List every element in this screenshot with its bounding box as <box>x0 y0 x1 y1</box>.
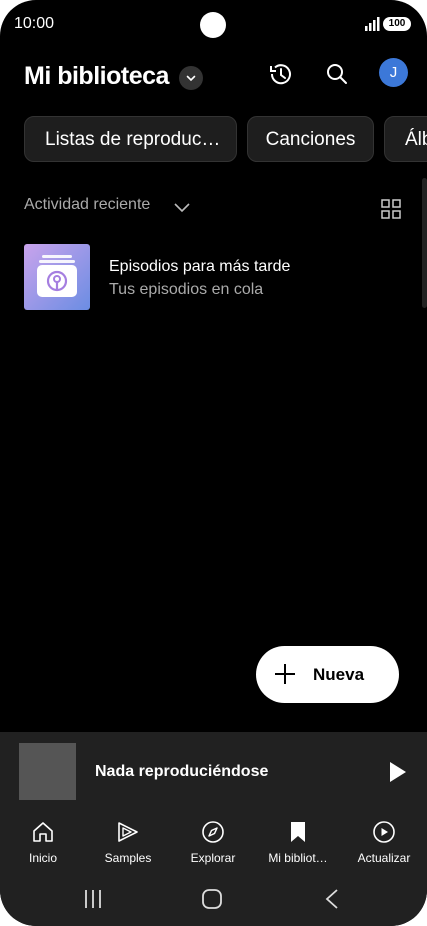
compass-icon <box>202 821 224 843</box>
bookmark-icon <box>291 822 305 842</box>
now-playing-title: Nada reproduciéndose <box>95 763 269 780</box>
nav-item-upgrade[interactable]: Actualizar <box>344 812 424 874</box>
home-button-icon[interactable] <box>201 888 223 910</box>
bottom-nav: Inicio Samples Explorar Mi bibliot… Actu… <box>0 812 427 874</box>
play-icon[interactable] <box>388 761 408 783</box>
plus-icon <box>275 664 295 684</box>
samples-icon <box>118 822 138 842</box>
battery-icon: 100 <box>383 17 411 31</box>
home-icon <box>33 822 53 842</box>
nav-item-samples[interactable]: Samples <box>88 812 168 874</box>
page-title[interactable]: Mi biblioteca <box>24 62 169 91</box>
avatar[interactable]: J <box>379 58 408 87</box>
system-nav-bar <box>0 874 427 926</box>
nav-label: Mi bibliot… <box>268 851 328 865</box>
new-button[interactable]: Nueva <box>256 646 399 703</box>
chevron-down-icon[interactable] <box>172 198 192 216</box>
episodes-thumbnail <box>24 244 90 310</box>
back-icon[interactable] <box>322 888 342 910</box>
filter-chips: Listas de reproduc… Canciones Álb <box>24 116 427 164</box>
upgrade-icon <box>373 821 395 843</box>
new-button-label: Nueva <box>313 665 365 684</box>
camera-cutout <box>200 12 226 38</box>
mini-player[interactable]: Nada reproduciéndose <box>0 732 427 812</box>
sort-label[interactable]: Actividad reciente <box>24 196 150 214</box>
nav-item-library[interactable]: Mi bibliot… <box>258 812 338 874</box>
item-title: Episodios para más tarde <box>109 258 291 275</box>
chip-albums[interactable]: Álb <box>384 116 427 162</box>
status-bar: 10:00 100 <box>0 0 427 50</box>
chip-songs[interactable]: Canciones <box>247 116 374 162</box>
nav-label: Explorar <box>190 851 236 865</box>
chip-playlists[interactable]: Listas de reproduc… <box>24 116 237 162</box>
history-icon[interactable] <box>266 60 294 88</box>
nav-item-home[interactable]: Inicio <box>3 812 83 874</box>
search-icon[interactable] <box>323 60 351 88</box>
nav-label: Samples <box>104 851 152 865</box>
nav-item-explore[interactable]: Explorar <box>173 812 253 874</box>
item-subtitle: Tus episodios en cola <box>109 281 264 298</box>
recent-apps-icon[interactable] <box>83 888 103 910</box>
signal-icon <box>365 17 380 31</box>
nav-label: Actualizar <box>357 851 411 865</box>
scrollbar[interactable] <box>422 178 427 308</box>
grid-view-icon[interactable] <box>381 199 401 219</box>
status-time: 10:00 <box>14 15 55 32</box>
list-item[interactable]: Episodios para más tarde Tus episodios e… <box>24 244 403 312</box>
title-dropdown-button[interactable] <box>179 66 203 90</box>
nav-label: Inicio <box>28 851 57 865</box>
screen: 10:00 100 Mi biblioteca J Listas de repr… <box>0 0 427 926</box>
podcast-queue-icon <box>37 255 77 297</box>
chevron-down-icon <box>186 75 196 82</box>
now-playing-thumbnail <box>19 743 76 800</box>
